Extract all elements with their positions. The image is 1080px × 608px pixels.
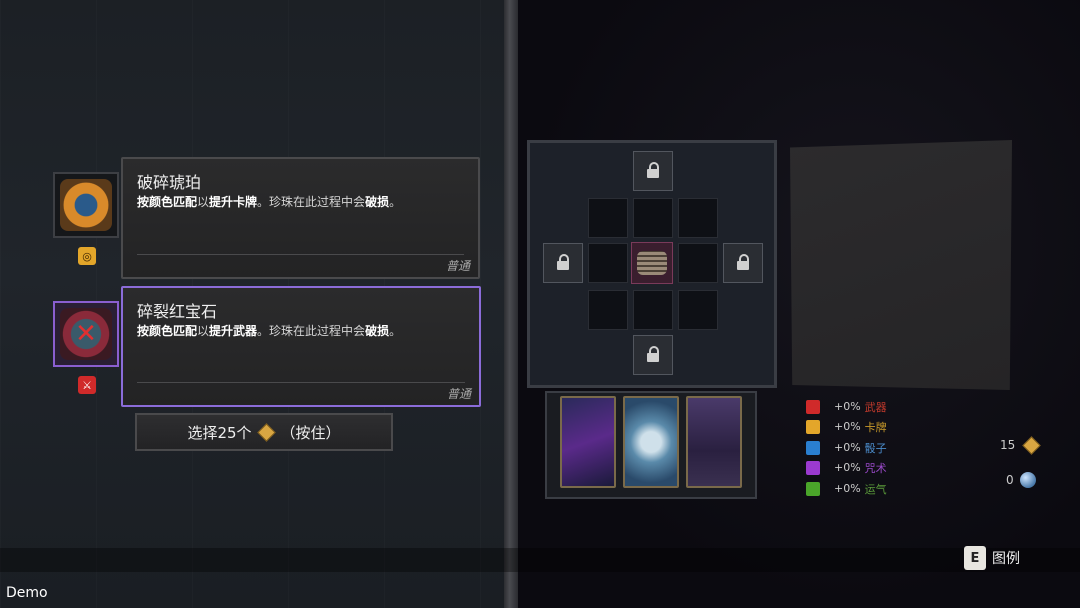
pearl-counter: 0	[1006, 472, 1036, 488]
gem-title: 破碎琥珀	[137, 173, 202, 192]
stat-luck: +0% 运气	[806, 480, 996, 497]
mystery-card[interactable]	[686, 396, 742, 488]
card-divider	[137, 254, 464, 255]
legend-button[interactable]: E 图例	[964, 546, 1020, 570]
stat-dice: +0% 骰子	[806, 439, 996, 456]
weapon-stat-icon	[806, 399, 820, 414]
lock-icon	[647, 346, 659, 362]
center-item-slot[interactable]	[631, 242, 673, 284]
weapon-category-badge: ⚔	[78, 376, 96, 394]
grid-cell[interactable]	[678, 198, 718, 238]
grid-cell[interactable]	[633, 198, 673, 238]
curse-stat-icon	[806, 460, 820, 475]
grid-cell[interactable]	[678, 243, 718, 283]
cracked-ruby-icon: ✕	[60, 308, 112, 360]
gem-card-cracked-ruby[interactable]: 碎裂红宝石 按颜色匹配以提升武器。珍珠在此过程中会破损。 普通	[121, 286, 481, 407]
gem-title: 碎裂红宝石	[137, 302, 218, 321]
gem-card-broken-amber[interactable]: 破碎琥珀 按颜色匹配以提升卡牌。珍珠在此过程中会破损。 普通	[121, 157, 480, 279]
gold-diamond-icon	[1022, 435, 1041, 455]
select-25-button[interactable]: 选择25个 （按住）	[135, 413, 393, 451]
key-e-icon: E	[964, 546, 986, 570]
stat-card: +0% 卡牌	[806, 418, 996, 435]
grid-cell[interactable]	[678, 290, 718, 330]
locked-slot-left[interactable]	[543, 243, 583, 283]
lock-icon	[647, 162, 659, 178]
gem-description: 按颜色匹配以提升武器。珍珠在此过程中会破损。	[137, 324, 402, 338]
select-button-suffix: （按住）	[280, 423, 341, 442]
grid-cell[interactable]	[588, 290, 628, 330]
grid-cell[interactable]	[588, 243, 628, 283]
gold-diamond-icon	[256, 422, 276, 442]
grid-cell[interactable]	[633, 290, 673, 330]
tornado-card[interactable]	[623, 396, 679, 488]
sword-card[interactable]	[560, 396, 616, 488]
locked-slot-right[interactable]	[723, 243, 763, 283]
grid-cell[interactable]	[588, 198, 628, 238]
select-button-prefix: 选择25个	[187, 423, 252, 442]
bottom-band	[0, 548, 1080, 572]
locked-slot-bottom[interactable]	[633, 335, 673, 375]
rarity-label: 普通	[445, 259, 470, 273]
dice-stat-icon	[806, 440, 820, 455]
coil-item-icon	[637, 251, 667, 275]
card-stat-icon	[806, 419, 820, 434]
luck-stat-icon	[806, 481, 820, 496]
lock-icon	[557, 254, 569, 270]
card-category-badge: ◎	[78, 247, 96, 265]
legend-label: 图例	[992, 551, 1020, 567]
broken-amber-icon	[60, 179, 112, 231]
panel-divider	[504, 0, 518, 608]
gem-slot-cracked-ruby[interactable]: ✕	[53, 301, 119, 367]
card-divider	[137, 382, 465, 383]
gem-slot-broken-amber[interactable]	[53, 172, 119, 238]
gem-description: 按颜色匹配以提升卡牌。珍珠在此过程中会破损。	[137, 195, 402, 209]
gold-counter: 15	[1000, 435, 1042, 455]
lock-icon	[737, 254, 749, 270]
demo-label: Demo	[6, 585, 48, 601]
stat-curse: +0% 咒术	[806, 459, 996, 476]
rarity-label: 普通	[446, 387, 471, 401]
item-info-panel	[790, 140, 1012, 390]
pearl-icon	[1019, 472, 1036, 488]
locked-slot-top[interactable]	[633, 151, 673, 191]
stat-weapon: +0% 武器	[806, 398, 996, 415]
